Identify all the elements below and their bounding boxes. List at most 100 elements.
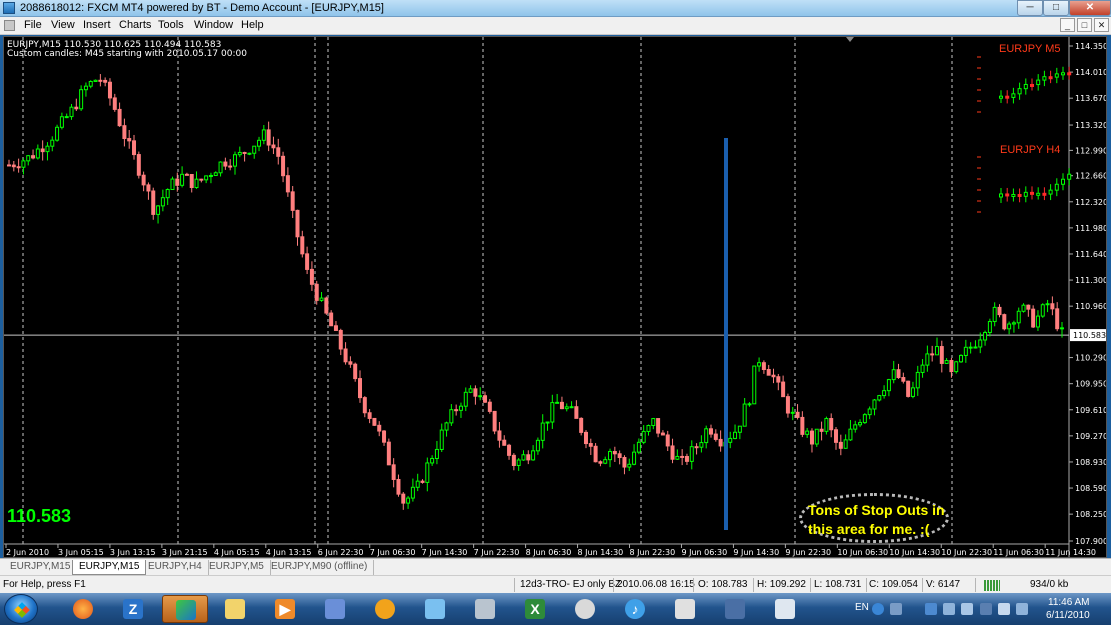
taskbar-date[interactable]: 6/11/2010 (1046, 610, 1090, 621)
bull-candle (627, 463, 632, 468)
bear-candle (151, 190, 156, 215)
menu-view[interactable]: View (51, 19, 75, 31)
bull-candle (728, 437, 733, 443)
bull-candle (232, 154, 237, 167)
taskbar-app-8[interactable] (412, 595, 458, 623)
taskbar-media-player[interactable]: ▶ (262, 595, 308, 623)
mini-h4-candle (1048, 189, 1053, 195)
help-icon[interactable] (872, 603, 884, 615)
taskbar-app-7[interactable] (362, 595, 408, 623)
menu-help[interactable]: Help (241, 19, 264, 31)
menu-tools[interactable]: Tools (158, 19, 184, 31)
chart-canvas[interactable]: 114.350 114.010 113.670 113.320 112.990 112.6… (4, 37, 1107, 558)
menu-insert[interactable]: Insert (83, 19, 111, 31)
bull-candle (983, 331, 988, 341)
time-tick-label: 6 Jun 22:30 (318, 548, 364, 557)
tab-eurjpy-m90[interactable]: EURJPY,M90 (offline) (265, 560, 375, 575)
tab-eurjpy-m5[interactable]: EURJPY,M5 (203, 560, 271, 575)
bull-candle (208, 174, 213, 177)
taskbar-explorer[interactable] (212, 595, 258, 623)
taskbar-time[interactable]: 11:46 AM (1048, 597, 1090, 608)
minimize-button[interactable]: ─ (1017, 0, 1043, 16)
close-button[interactable]: ✕ (1069, 0, 1111, 16)
bull-candle (872, 399, 877, 410)
taskbar-firefox[interactable] (60, 595, 106, 623)
language-indicator[interactable]: EN (855, 602, 869, 613)
price-tick-label: 112.990 (1075, 146, 1107, 155)
bear-candle (713, 433, 718, 440)
bull-candle (632, 451, 637, 465)
tray-icon[interactable] (925, 603, 937, 615)
mdi-close-button[interactable]: ✕ (1094, 18, 1109, 32)
taskbar-calculator[interactable] (462, 595, 508, 623)
taskbar-app-13[interactable] (662, 595, 708, 623)
taskbar-app-14[interactable] (712, 595, 758, 623)
tray-icon[interactable] (890, 603, 902, 615)
bear-candle (103, 79, 108, 83)
bull-candle (160, 197, 165, 207)
time-tick-label: 9 Jun 22:30 (785, 548, 831, 557)
bull-candle (458, 405, 463, 411)
maximize-button[interactable]: □ (1043, 0, 1069, 16)
taskbar-excel[interactable]: X (512, 595, 558, 623)
bull-candle (410, 486, 415, 499)
tray-icon[interactable] (943, 603, 955, 615)
tray-icon[interactable] (961, 603, 973, 615)
mini-h4-candle (1042, 192, 1047, 196)
tab-eurjpy-m15-1[interactable]: EURJPY,M15 (4, 560, 78, 575)
status-separator (866, 578, 867, 592)
bull-candle (213, 172, 218, 176)
document-icon[interactable] (4, 20, 15, 31)
bull-candle (550, 402, 555, 423)
taskbar-app-15[interactable] (762, 595, 808, 623)
tab-eurjpy-h4[interactable]: EURJPY,H4 (142, 560, 209, 575)
bear-candle (141, 174, 146, 186)
bull-candle (636, 441, 641, 453)
bear-candle (329, 312, 334, 327)
mdi-minimize-button[interactable]: _ (1060, 18, 1075, 32)
bull-candle (434, 448, 439, 459)
taskbar-app-6[interactable] (312, 595, 358, 623)
app-icon (675, 599, 695, 619)
price-tick-label: 110.290 (1075, 354, 1107, 363)
menu-charts[interactable]: Charts (119, 19, 151, 31)
bull-candle (737, 425, 742, 433)
connection-bars-icon (984, 580, 1000, 591)
bull-candle (867, 408, 872, 416)
bull-candle (603, 459, 608, 464)
start-button[interactable] (4, 594, 38, 624)
price-chart[interactable]: 114.350 114.010 113.670 113.320 112.990 112.6… (3, 36, 1107, 558)
mini-h4-candle (1011, 193, 1016, 197)
bear-candle (483, 395, 488, 403)
bear-candle (223, 161, 228, 167)
mini-h4-candle (1067, 173, 1072, 180)
bear-candle (454, 409, 459, 412)
tab-eurjpy-m15-2[interactable]: EURJPY,M15 (72, 560, 147, 575)
taskbar-itunes[interactable]: ♪ (612, 595, 658, 623)
volume-icon[interactable] (998, 603, 1010, 615)
bull-candle (757, 362, 762, 367)
taskbar-mt4[interactable] (162, 595, 208, 623)
bear-candle (896, 369, 901, 379)
time-tick-label: 10 Jun 22:30 (941, 548, 992, 557)
taskbar-paint[interactable] (562, 595, 608, 623)
taskbar-app-z[interactable]: Z (110, 595, 156, 623)
bull-candle (415, 480, 420, 488)
bull-candle (35, 148, 40, 159)
menu-window[interactable]: Window (194, 19, 233, 31)
network-icon[interactable] (980, 603, 992, 615)
bull-candle (50, 139, 55, 147)
bear-candle (300, 236, 305, 255)
mini-h4-candle (1005, 193, 1010, 197)
mdi-restore-button[interactable]: □ (1077, 18, 1092, 32)
title-bar: 2088618012: FXCM MT4 powered by BT - Dem… (0, 0, 1111, 17)
bull-candle (992, 306, 997, 323)
flag-icon[interactable] (1016, 603, 1028, 615)
menu-file[interactable]: File (24, 19, 42, 31)
status-close: C: 109.054 (869, 579, 918, 590)
music-icon: ♪ (625, 599, 645, 619)
bear-candle (314, 283, 319, 301)
status-separator (693, 578, 694, 592)
bull-candle (237, 151, 242, 156)
mini-h4-candle (1054, 183, 1059, 191)
